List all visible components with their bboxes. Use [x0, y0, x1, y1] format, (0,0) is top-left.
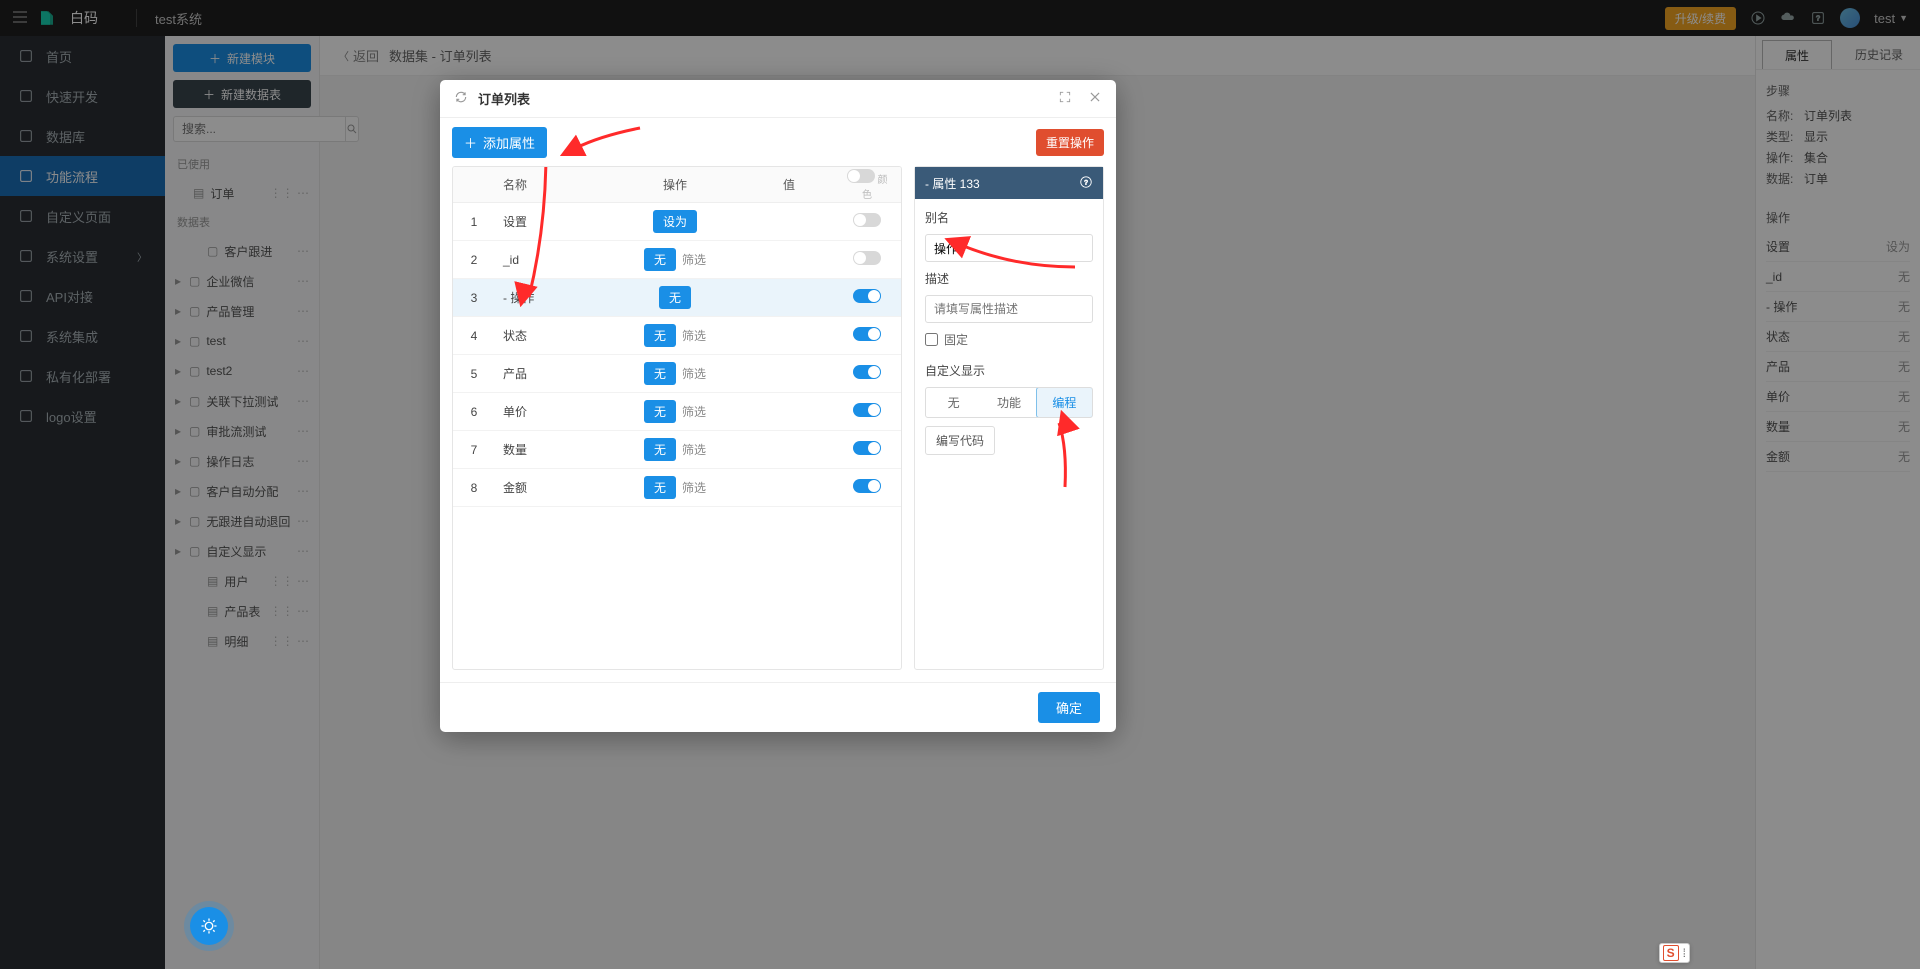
add-attribute-button[interactable]: ＋添加属性 [452, 127, 547, 158]
row-toggle[interactable] [853, 251, 881, 265]
row-toggle[interactable] [853, 213, 881, 227]
header-toggle[interactable]: 颜色 [843, 169, 891, 201]
grid-row[interactable]: 6 单价 无筛选 [453, 393, 901, 431]
display-mode-segment[interactable]: 无 功能 编程 [925, 387, 1093, 418]
ime-indicator: S ⁞ [1659, 943, 1690, 963]
filter-link[interactable]: 筛选 [682, 403, 706, 420]
op-tag[interactable]: 无 [644, 438, 676, 461]
attributes-grid: 名称 操作 值 颜色 1 设置 设为 2 _id 无筛选 3 - 操作 无 4 … [452, 166, 902, 670]
grid-row[interactable]: 1 设置 设为 [453, 203, 901, 241]
op-tag[interactable]: 无 [644, 476, 676, 499]
row-toggle[interactable] [853, 365, 881, 379]
col-op: 操作 [615, 176, 735, 193]
op-tag[interactable]: 无 [659, 286, 691, 309]
filter-link[interactable]: 筛选 [682, 327, 706, 344]
col-val: 值 [735, 176, 843, 193]
expand-icon[interactable] [1058, 90, 1072, 107]
desc-input[interactable] [925, 295, 1093, 323]
grid-row[interactable]: 8 金额 无筛选 [453, 469, 901, 507]
op-tag[interactable]: 设为 [653, 210, 697, 233]
row-toggle[interactable] [853, 403, 881, 417]
write-code-button[interactable]: 编写代码 [925, 426, 995, 455]
grid-row[interactable]: 2 _id 无筛选 [453, 241, 901, 279]
grid-row[interactable]: 5 产品 无筛选 [453, 355, 901, 393]
row-toggle[interactable] [853, 479, 881, 493]
filter-link[interactable]: 筛选 [682, 365, 706, 382]
filter-link[interactable]: 筛选 [682, 441, 706, 458]
alias-input[interactable] [925, 234, 1093, 262]
seg-none[interactable]: 无 [926, 388, 981, 417]
svg-text:?: ? [1084, 179, 1088, 186]
seg-code[interactable]: 编程 [1036, 387, 1093, 418]
grid-row[interactable]: 3 - 操作 无 [453, 279, 901, 317]
col-name: 名称 [495, 176, 615, 193]
refresh-icon[interactable] [454, 90, 468, 107]
modal-title: 订单列表 [478, 89, 1048, 108]
property-panel-title: - 属性 133 [925, 175, 980, 192]
op-tag[interactable]: 无 [644, 362, 676, 385]
attribute-property-panel: - 属性 133 ? 别名 描述 固定 自定义显示 无 功能 编程 编写代码 [914, 166, 1104, 670]
grid-row[interactable]: 4 状态 无筛选 [453, 317, 901, 355]
help-fab[interactable] [190, 907, 228, 945]
custom-display-label: 自定义显示 [925, 362, 1093, 379]
fixed-checkbox[interactable]: 固定 [925, 331, 1093, 348]
desc-label: 描述 [925, 270, 1093, 287]
dataset-modal: 订单列表 ＋添加属性 重置操作 名称 操作 值 颜色 1 设置 设为 2 _id… [440, 80, 1116, 732]
row-toggle[interactable] [853, 289, 881, 303]
op-tag[interactable]: 无 [644, 400, 676, 423]
row-toggle[interactable] [853, 327, 881, 341]
grid-row[interactable]: 7 数量 无筛选 [453, 431, 901, 469]
reset-ops-button[interactable]: 重置操作 [1036, 129, 1104, 156]
close-icon[interactable] [1088, 90, 1102, 107]
filter-link[interactable]: 筛选 [682, 251, 706, 268]
confirm-button[interactable]: 确定 [1038, 692, 1100, 723]
seg-function[interactable]: 功能 [981, 388, 1036, 417]
op-tag[interactable]: 无 [644, 324, 676, 347]
info-icon[interactable]: ? [1079, 175, 1093, 192]
alias-label: 别名 [925, 209, 1093, 226]
op-tag[interactable]: 无 [644, 248, 676, 271]
filter-link[interactable]: 筛选 [682, 479, 706, 496]
row-toggle[interactable] [853, 441, 881, 455]
